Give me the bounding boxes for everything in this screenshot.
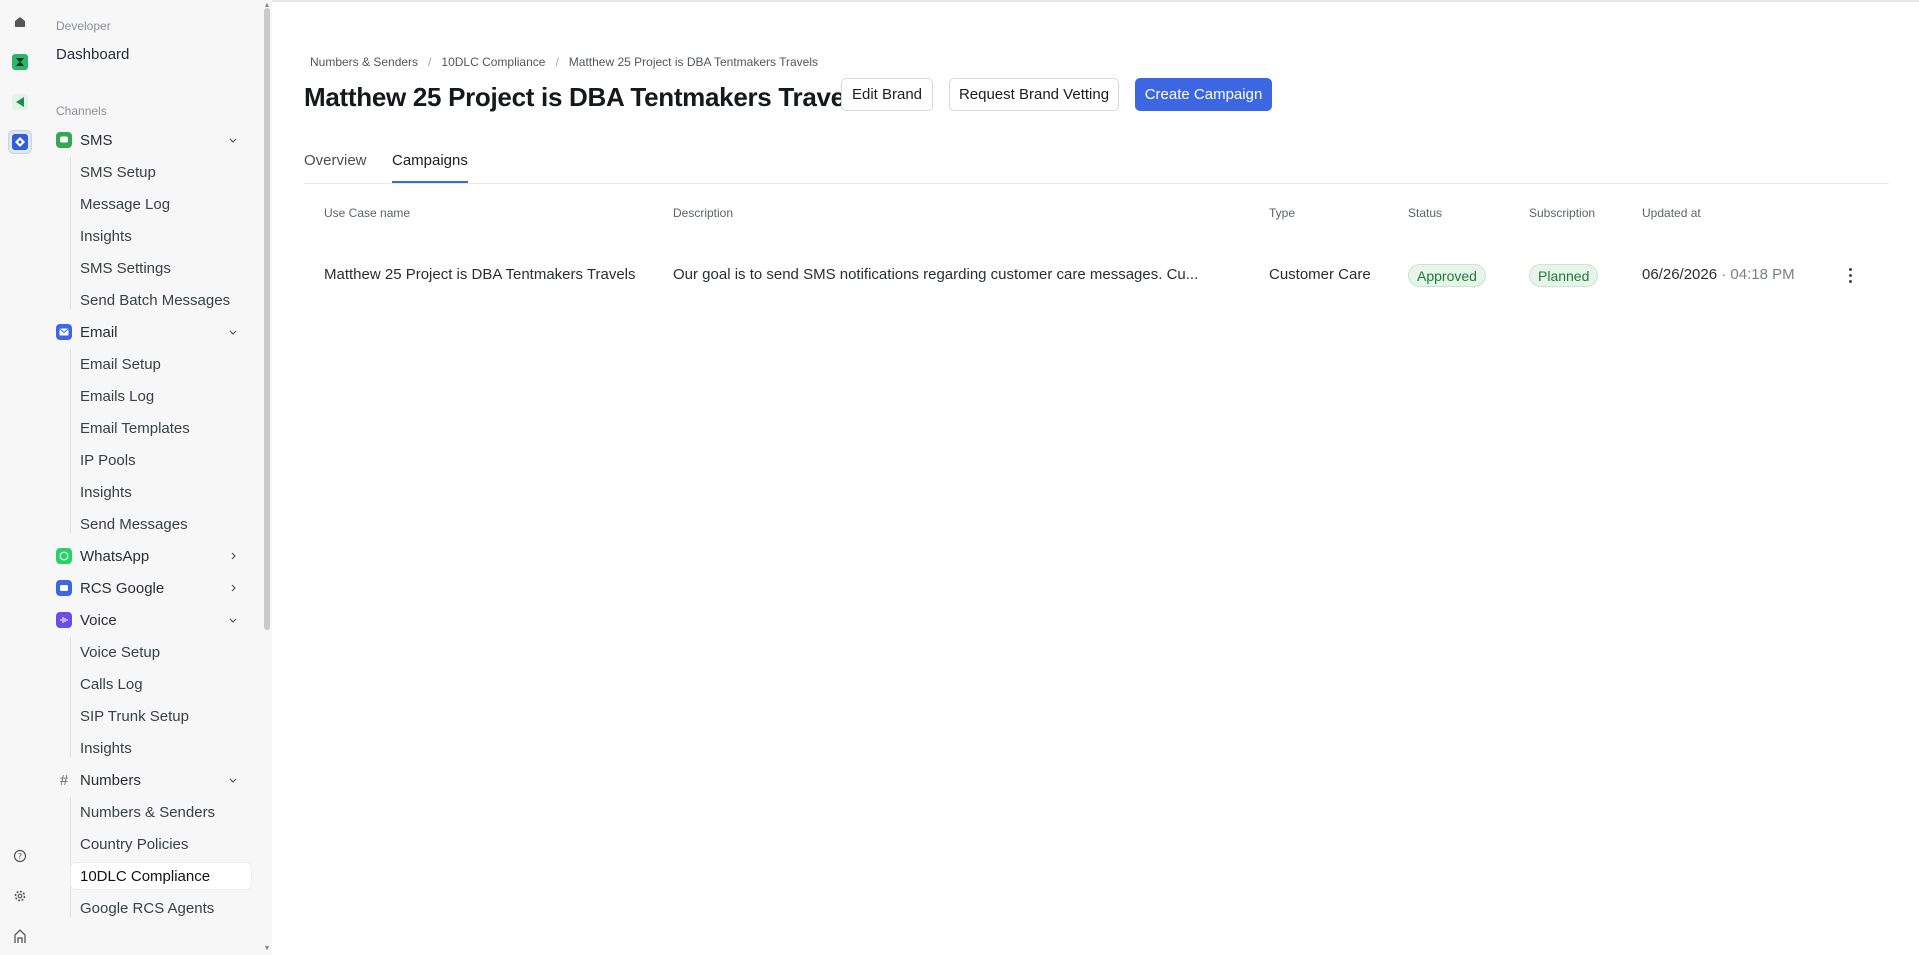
sidebar-item-dashboard[interactable]: Dashboard xyxy=(56,46,129,63)
sidebar-group-rcs-google[interactable]: RCS Google xyxy=(56,575,248,601)
sidebar-group-voice[interactable]: Voice xyxy=(56,607,248,633)
sidebar-item-email-insights[interactable]: Insights xyxy=(70,478,252,506)
workspace-icon[interactable] xyxy=(8,50,32,74)
sidebar-item-message-log[interactable]: Message Log xyxy=(70,190,252,218)
home-icon[interactable] xyxy=(8,10,32,34)
top-divider xyxy=(272,0,1919,2)
cell-updated-at: 06/26/2026 · 04:18 PM xyxy=(1642,266,1795,283)
sidebar-group-label: Email xyxy=(80,323,118,341)
sidebar-item-calls-log[interactable]: Calls Log xyxy=(70,670,252,698)
cell-use-case-name[interactable]: Matthew 25 Project is DBA Tentmakers Tra… xyxy=(324,266,636,283)
sidebar-item-ip-pools[interactable]: IP Pools xyxy=(70,446,252,474)
subscription-badge: Planned xyxy=(1529,264,1599,287)
breadcrumb-numbers-senders[interactable]: Numbers & Senders xyxy=(310,55,418,69)
tab-overview[interactable]: Overview xyxy=(304,152,367,183)
column-header-type[interactable]: Type xyxy=(1269,206,1295,220)
sidebar-group-label: WhatsApp xyxy=(80,547,150,565)
sidebar-group-whatsapp[interactable]: WhatsApp xyxy=(56,543,248,569)
column-header-subscription[interactable]: Subscription xyxy=(1529,206,1595,220)
sidebar-item-email-setup[interactable]: Email Setup xyxy=(70,350,252,378)
sidebar-item-sms-setup[interactable]: SMS Setup xyxy=(70,158,252,186)
sidebar-item-voice-setup[interactable]: Voice Setup xyxy=(70,638,252,666)
sidebar-item-emails-log[interactable]: Emails Log xyxy=(70,382,252,410)
whatsapp-icon xyxy=(56,548,72,564)
sidebar-group-sms[interactable]: SMS xyxy=(56,127,248,153)
sidebar-group-label: SMS xyxy=(80,131,113,149)
sms-icon xyxy=(56,132,72,148)
sidebar-item-voice-insights[interactable]: Insights xyxy=(70,734,252,762)
scroll-down-arrow-icon[interactable]: ▼ xyxy=(263,945,271,953)
messaging-app-icon[interactable] xyxy=(8,90,32,114)
email-icon xyxy=(56,324,72,340)
hash-icon: # xyxy=(59,771,69,789)
sidebar-item-sip-trunk-setup[interactable]: SIP Trunk Setup xyxy=(70,702,252,730)
section-channels: Channels xyxy=(56,104,107,118)
rcs-icon xyxy=(56,580,72,596)
status-badge: Approved xyxy=(1408,264,1486,287)
edit-brand-button[interactable]: Edit Brand xyxy=(841,78,933,111)
settings-gear-icon[interactable] xyxy=(8,884,32,908)
breadcrumb-separator: / xyxy=(555,55,559,69)
sidebar-group-email[interactable]: Email xyxy=(56,319,248,345)
page-title: Matthew 25 Project is DBA Tentmakers Tra… xyxy=(304,82,866,112)
sidebar-item-numbers-senders[interactable]: Numbers & Senders xyxy=(70,798,252,826)
chevron-down-icon xyxy=(226,773,240,787)
column-header-status[interactable]: Status xyxy=(1408,206,1442,220)
sidebar-scrollbar-thumb[interactable] xyxy=(264,8,270,630)
cell-description: Our goal is to send SMS notifications re… xyxy=(673,266,1199,283)
breadcrumb: Numbers & Senders / 10DLC Compliance / M… xyxy=(310,55,818,69)
icon-rail: ? xyxy=(0,0,40,955)
account-icon[interactable] xyxy=(8,924,32,948)
column-header-use-case-name[interactable]: Use Case name xyxy=(324,206,410,220)
sidebar-item-email-templates[interactable]: Email Templates xyxy=(70,414,252,442)
tree-line xyxy=(70,349,71,533)
updated-time: · 04:18 PM xyxy=(1721,266,1795,283)
sidebar-group-label: RCS Google xyxy=(80,579,165,597)
sidebar-item-sms-insights[interactable]: Insights xyxy=(70,222,252,250)
platform-app-icon[interactable] xyxy=(8,130,32,154)
voice-waveform-icon xyxy=(56,612,72,628)
chevron-down-icon xyxy=(226,325,240,339)
sidebar-item-send-messages[interactable]: Send Messages xyxy=(70,510,252,538)
breadcrumb-separator: / xyxy=(428,55,432,69)
sidebar-group-label: Numbers xyxy=(80,771,141,789)
chevron-down-icon xyxy=(226,613,240,627)
sidebar-item-send-batch-messages[interactable]: Send Batch Messages xyxy=(70,286,252,314)
cell-type: Customer Care xyxy=(1269,266,1371,283)
sidebar-item-google-rcs-agents[interactable]: Google RCS Agents xyxy=(70,894,252,922)
breadcrumb-10dlc-compliance[interactable]: 10DLC Compliance xyxy=(441,55,545,69)
row-more-actions-icon[interactable] xyxy=(1842,264,1858,286)
breadcrumb-current-brand: Matthew 25 Project is DBA Tentmakers Tra… xyxy=(568,55,819,69)
column-header-updated-at[interactable]: Updated at xyxy=(1642,206,1701,220)
column-header-description[interactable]: Description xyxy=(673,206,733,220)
sidebar-group-label: Voice xyxy=(80,611,117,629)
chevron-down-icon xyxy=(226,133,240,147)
sidebar-item-sms-settings[interactable]: SMS Settings xyxy=(70,254,252,282)
chevron-right-icon xyxy=(226,549,240,563)
updated-date: 06/26/2026 xyxy=(1642,266,1718,283)
create-campaign-button[interactable]: Create Campaign xyxy=(1135,78,1272,111)
chevron-right-icon xyxy=(226,581,240,595)
tab-campaigns[interactable]: Campaigns xyxy=(392,152,468,183)
sidebar-item-10dlc-compliance[interactable]: 10DLC Compliance xyxy=(70,862,252,890)
sidebar-item-country-policies[interactable]: Country Policies xyxy=(70,830,252,858)
section-developer: Developer xyxy=(56,19,111,33)
tabs-divider xyxy=(304,183,1889,184)
svg-text:?: ? xyxy=(18,852,22,861)
sidebar-group-numbers[interactable]: # Numbers xyxy=(56,767,248,793)
help-icon[interactable]: ? xyxy=(8,844,32,868)
request-brand-vetting-button[interactable]: Request Brand Vetting xyxy=(949,78,1119,111)
